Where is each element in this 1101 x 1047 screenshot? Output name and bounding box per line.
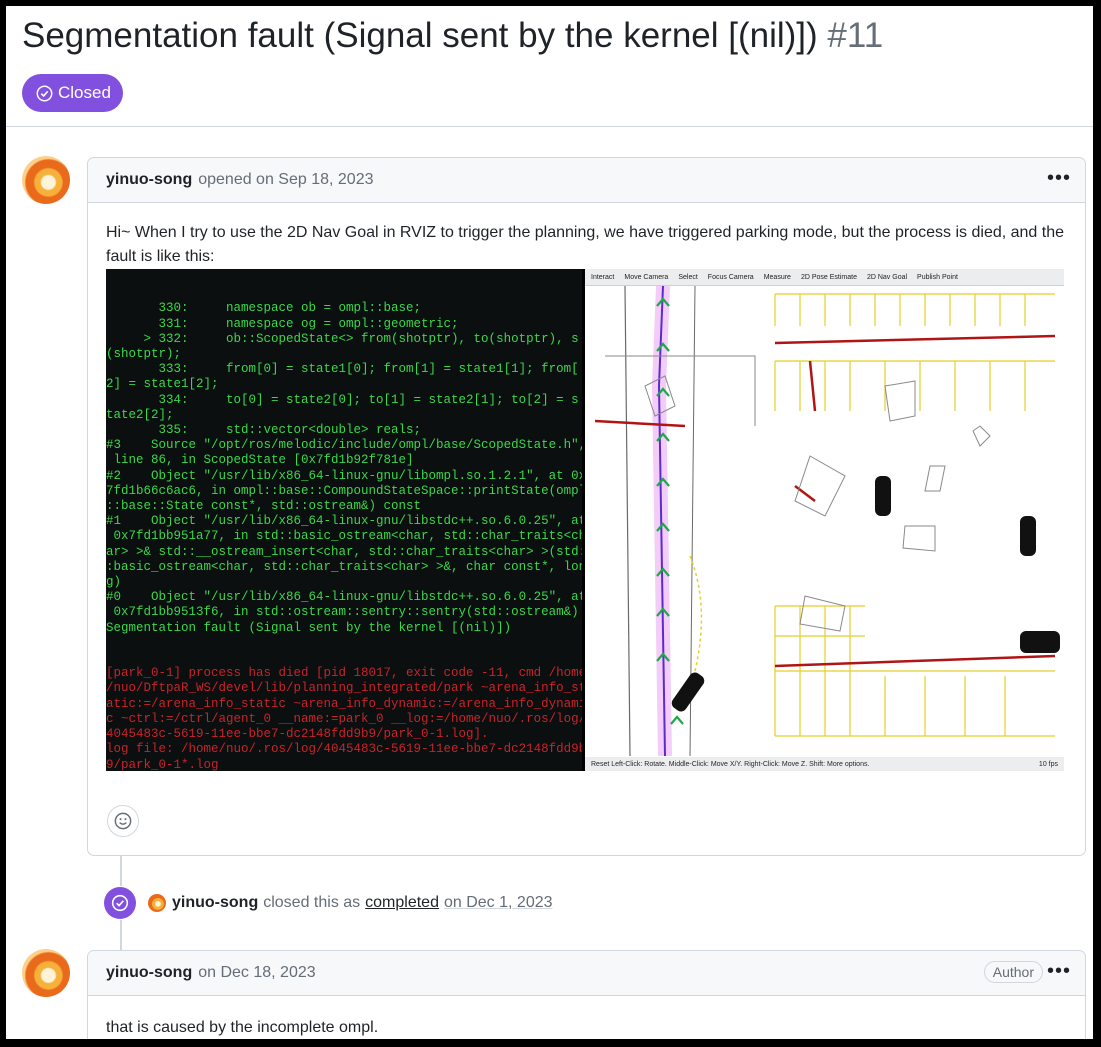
issue-state-badge: Closed	[22, 74, 123, 112]
terminal-line: 7fd1b66c6ac6, in ompl::base::CompoundSta…	[106, 483, 582, 498]
event-author-avatar[interactable]	[148, 894, 166, 912]
terminal-line: /nuo/DftpaR_WS/devel/lib/planning_integr…	[106, 681, 582, 696]
terminal-line: 330: namespace ob = ompl::base;	[106, 301, 422, 316]
comment-author[interactable]: yinuo-song	[106, 171, 192, 189]
issue-title-row: Segmentation fault (Signal sent by the k…	[22, 14, 883, 58]
terminal-line: 333: from[0] = state1[0]; from[1] = stat…	[106, 362, 579, 377]
terminal-line: line 86, in ScopedState [0x7fd1b92f781e]	[106, 453, 414, 468]
rviz-tool-select[interactable]: Select	[678, 274, 697, 281]
event-completed-link[interactable]: completed	[365, 894, 439, 912]
comment-header: yinuo-song on Dec 18, 2023 Author •••	[88, 951, 1085, 996]
comment-author[interactable]: yinuo-song	[106, 964, 192, 982]
terminal-line: c ~ctrl:=/ctrl/agent_0 __name:=park_0 __…	[106, 711, 582, 726]
issue-comment: yinuo-song opened on Sep 18, 2023 ••• Hi…	[87, 157, 1086, 856]
terminal-panel: 330: namespace ob = ompl::base; 331: nam…	[106, 269, 582, 771]
event-action: closed this as	[263, 894, 361, 911]
author-avatar[interactable]	[22, 156, 70, 204]
terminal-line: 2] = state1[2];	[106, 377, 219, 392]
terminal-line: (shotptr);	[106, 347, 182, 362]
kebab-menu-icon[interactable]: •••	[1047, 168, 1071, 188]
author-badge: Author	[983, 961, 1043, 983]
terminal-line: 4045483c-5619-11ee-bbe7-dc2148fdd9b9/par…	[106, 727, 489, 742]
terminal-line: tate2[2];	[106, 407, 174, 422]
rviz-status-text: Reset Left-Click: Rotate. Middle-Click: …	[591, 760, 870, 768]
event-author[interactable]: yinuo-song	[172, 894, 258, 912]
terminal-line: 334: to[0] = state2[0]; to[1] = state2[1…	[106, 392, 579, 407]
kebab-menu-icon[interactable]: •••	[1047, 961, 1071, 981]
rviz-tool-publish-point[interactable]: Publish Point	[917, 274, 958, 281]
rviz-tool-focus-camera[interactable]: Focus Camera	[708, 274, 754, 281]
event-date[interactable]: on Dec 1, 2023	[444, 894, 553, 912]
terminal-line: [park_0-1] process has died [pid 18017, …	[106, 666, 582, 681]
rviz-toolbar: Interact Move Camera Select Focus Camera Mea…	[585, 269, 1064, 286]
issue-state-label: Closed	[58, 83, 111, 102]
rviz-panel: Interact Move Camera Select Focus Camera Mea…	[585, 269, 1064, 771]
attached-screenshot[interactable]: 330: namespace ob = ompl::base; 331: nam…	[106, 269, 1064, 771]
terminal-line: #3 Source "/opt/ros/melodic/include/ompl…	[106, 438, 582, 453]
comment-meta[interactable]: opened on Sep 18, 2023	[198, 171, 373, 189]
rviz-tool-2d-nav-goal[interactable]: 2D Nav Goal	[867, 274, 907, 281]
terminal-line: ar> >& std::__ostream_insert<char, std::…	[106, 544, 582, 559]
terminal-line: atic:=/arena_info_static ~arena_info_dyn…	[106, 696, 582, 711]
terminal-line: 0x7fd1bb951a77, in std::basic_ostream<ch…	[106, 529, 583, 544]
issue-title: Segmentation fault (Signal sent by the k…	[22, 16, 818, 55]
terminal-line: #1 Object "/usr/lib/x86_64-linux-gnu/lib…	[106, 514, 582, 529]
add-reaction-button[interactable]	[107, 805, 139, 837]
terminal-line: 331: namespace og = ompl::geometric;	[106, 316, 459, 331]
terminal-line: 335: std::vector<double> reals;	[106, 423, 422, 438]
issue-comment: yinuo-song on Dec 18, 2023 Author ••• th…	[87, 950, 1086, 1039]
terminal-line: :basic_ostream<char, std::char_traits<ch…	[106, 559, 582, 574]
rviz-fps: 10 fps	[1038, 760, 1058, 768]
comment-meta[interactable]: on Dec 18, 2023	[198, 964, 315, 982]
rviz-status-bar: Reset Left-Click: Rotate. Middle-Click: …	[585, 757, 1064, 771]
issue-number: #11	[827, 16, 884, 55]
timeline-line	[120, 920, 122, 950]
terminal-line: log file: /home/nuo/.ros/log/4045483c-56…	[106, 742, 582, 757]
comment-header: yinuo-song opened on Sep 18, 2023 •••	[88, 158, 1085, 203]
author-avatar[interactable]	[22, 949, 70, 997]
terminal-line: #2 Object "/usr/lib/x86_64-linux-gnu/lib…	[106, 468, 582, 483]
terminal-line: > 332: ob::ScopedState<> from(shotptr), …	[106, 331, 579, 346]
rviz-tool-measure[interactable]: Measure	[764, 274, 791, 281]
rviz-map	[585, 286, 1064, 756]
rviz-tool-move-camera[interactable]: Move Camera	[624, 274, 668, 281]
header-divider	[6, 126, 1093, 127]
comment-body: that is caused by the incomplete ompl.	[106, 1019, 379, 1036]
closed-check-icon	[36, 85, 53, 101]
smiley-icon	[114, 812, 132, 830]
closed-event-icon	[104, 887, 136, 919]
timeline-line	[120, 856, 122, 886]
timeline-close-event: yinuo-song closed this as completed on D…	[104, 886, 553, 920]
terminal-error: [park_0-1] process has died [pid 18017, …	[106, 666, 582, 771]
terminal-line: #0 Object "/usr/lib/x86_64-linux-gnu/lib…	[106, 590, 582, 605]
terminal-output: 330: namespace ob = ompl::base; 331: nam…	[106, 301, 582, 635]
terminal-line: g)	[106, 575, 122, 590]
comment-body: Hi~ When I try to use the 2D Nav Goal in…	[106, 224, 1065, 265]
rviz-tool-interact[interactable]: Interact	[591, 274, 614, 281]
terminal-line: ::base::State const*, std::ostream&) con…	[106, 499, 422, 514]
terminal-line: Segmentation fault (Signal sent by the k…	[106, 620, 512, 635]
issue-page: Segmentation fault (Signal sent by the k…	[6, 6, 1093, 1039]
terminal-line: 0x7fd1bb9513f6, in std::ostream::sentry:…	[106, 605, 579, 620]
terminal-line: 9/park_0-1*.log	[106, 757, 219, 772]
rviz-tool-2d-pose-estimate[interactable]: 2D Pose Estimate	[801, 274, 857, 281]
